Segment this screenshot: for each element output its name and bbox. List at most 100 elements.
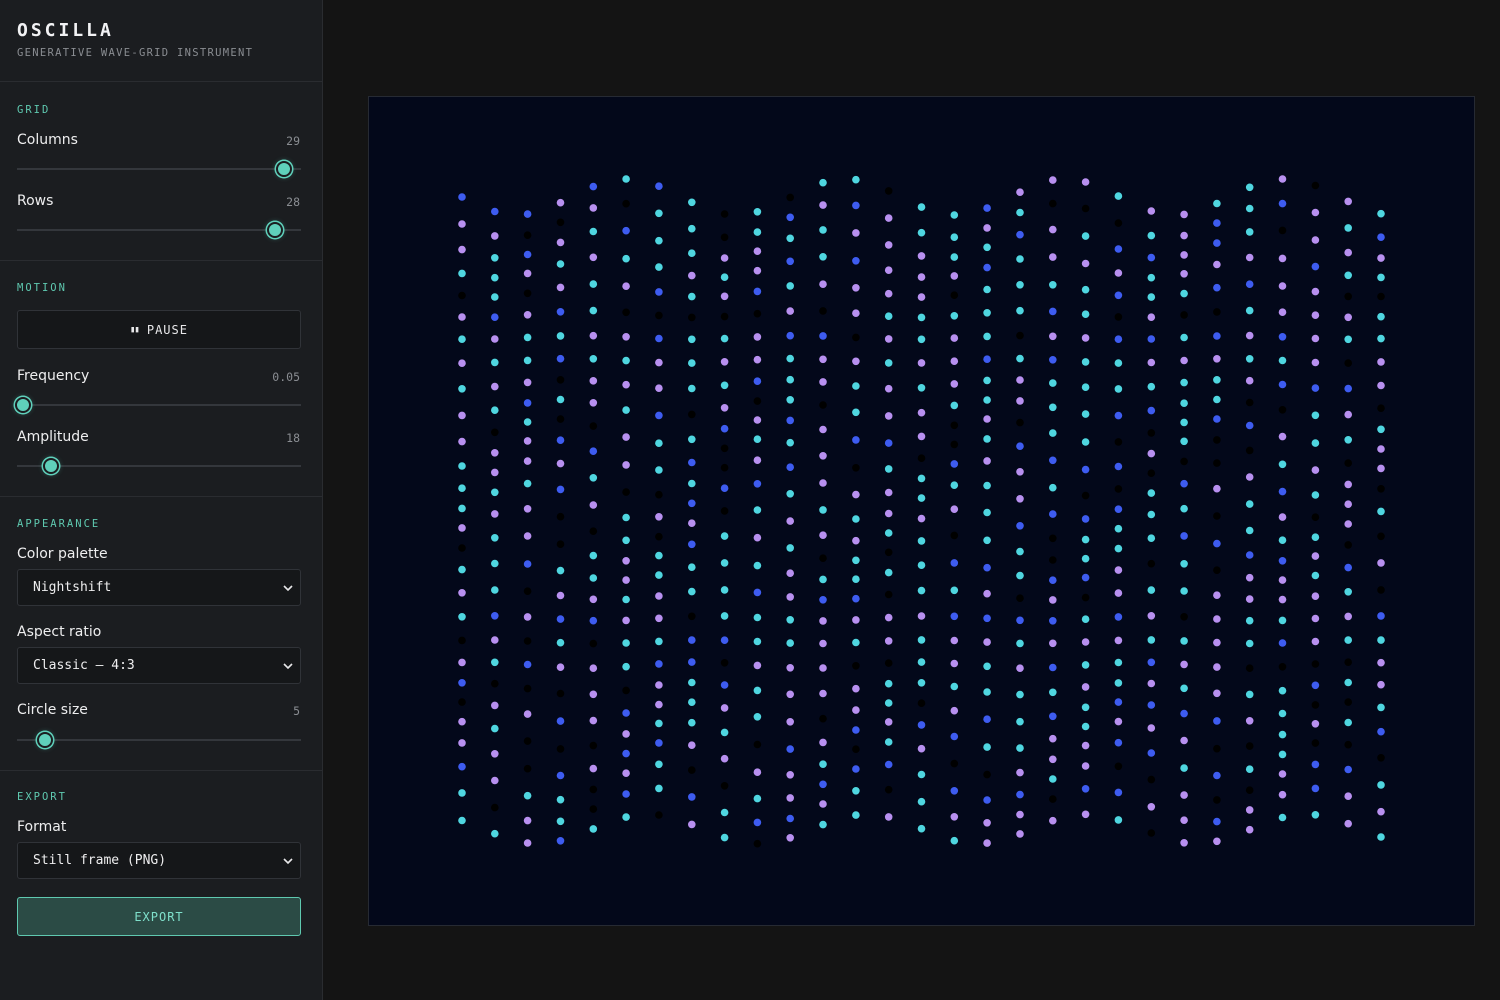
grid-dot [1147,534,1156,542]
grid-dot [819,307,827,315]
grid-dot [1245,573,1254,582]
grid-dot [688,519,696,527]
grid-dot [1147,829,1156,837]
grid-dot [458,313,466,321]
grid-dot [917,252,926,260]
grid-dot [1311,571,1320,580]
columns-slider-thumb[interactable] [275,161,292,177]
grid-dot [819,479,827,487]
grid-dot [1049,403,1057,412]
grid-dot [1180,684,1188,693]
grid-dot [1180,560,1188,568]
frequency-slider[interactable] [14,397,301,413]
grid-dot [622,769,630,777]
grid-dot [753,713,762,721]
grid-dot [523,333,532,342]
grid-dot [1049,755,1057,764]
grid-dot [1049,688,1057,697]
wave-grid-canvas[interactable] [368,96,1475,926]
grid-dot [884,412,893,420]
grid-dot [1377,680,1385,689]
grid-dot [655,660,663,668]
chevron-down-icon [283,858,293,865]
grid-dot [1245,526,1254,535]
grid-dot [622,709,630,717]
grid-dot [1114,762,1123,771]
grid-dot [852,684,860,693]
palette-select[interactable]: Nightshift [17,569,301,606]
grid-dot [523,637,532,645]
grid-dot [1213,744,1221,753]
grid-dot [589,253,598,262]
frequency-slider-thumb[interactable] [14,397,31,413]
grid-dot [1311,513,1320,521]
grid-dot [1278,380,1287,389]
rows-slider[interactable] [17,222,301,238]
grid-dot [786,690,794,699]
columns-slider[interactable] [17,161,301,177]
export-button[interactable]: EXPORT [17,897,301,936]
grid-dot [1311,262,1320,271]
grid-dot [1245,355,1254,363]
grid-dot [655,182,663,190]
grid-dot [556,663,565,671]
grid-dot [458,411,466,420]
grid-dot [1016,690,1024,699]
circle-size-value: 5 [293,704,300,718]
grid-dot [1081,358,1090,366]
grid-dot [458,762,466,771]
grid-dot [1213,638,1221,647]
grid-dot [1278,356,1287,365]
grid-dot [523,816,532,825]
grid-dot [852,536,860,545]
grid-dot [1278,432,1287,441]
grid-dot [753,818,762,827]
grid-dot [688,563,696,571]
grid-dot [523,791,532,800]
grid-dot [753,355,762,364]
grid-dot [1377,233,1385,241]
grid-dot [1344,271,1352,280]
grid-dot [1245,742,1254,750]
pause-button[interactable]: ▮▮ PAUSE [17,310,301,349]
grid-dot [819,639,827,648]
grid-dot [819,738,827,747]
grid-dot [1049,307,1057,316]
grid-dot [1114,485,1123,493]
rows-slider-thumb[interactable] [267,222,284,238]
grid-dot [884,813,893,821]
format-select[interactable]: Still frame (PNG) [17,842,301,879]
grid-dot [852,201,860,210]
grid-dot [983,536,991,545]
grid-dot [458,544,466,552]
grid-dot [622,513,630,522]
grid-dot [523,737,532,745]
grid-dot [852,726,860,734]
grid-dot [917,744,926,753]
amplitude-slider[interactable] [17,458,301,474]
circle-size-slider-thumb[interactable] [37,732,54,748]
grid-dot [1213,663,1221,671]
grid-dot [852,575,860,583]
grid-dot [786,257,794,266]
grid-dot [1016,188,1024,196]
aspect-select[interactable]: Classic — 4:3 [17,647,301,684]
grid-dot [1377,781,1385,789]
grid-dot [1245,376,1254,385]
grid-dot [917,824,926,833]
circle-size-slider[interactable] [17,732,301,748]
grid-dot [523,311,532,319]
grid-dot [950,291,959,299]
grid-dot [523,839,532,847]
grid-dot [753,768,762,776]
grid-dot [1245,825,1254,834]
grid-dot [1049,534,1057,543]
grid-dot [589,447,598,456]
grid-dot [1016,442,1024,451]
grid-dot [1180,289,1188,298]
grid-dot [589,474,598,482]
amplitude-slider-thumb[interactable] [43,458,60,474]
grid-dot [884,568,893,577]
grid-dot [1213,260,1221,269]
grid-dot [1049,712,1057,721]
